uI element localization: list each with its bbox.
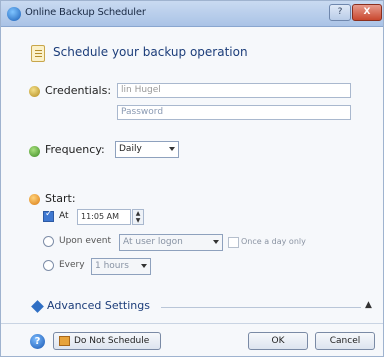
chevron-up-icon[interactable]: ▲ xyxy=(365,300,372,310)
event-selected-value: At user logon xyxy=(123,237,183,247)
frequency-icon xyxy=(29,146,40,157)
do-not-schedule-label: Do Not Schedule xyxy=(74,336,150,346)
close-button[interactable]: X xyxy=(352,4,382,21)
schedule-document-icon xyxy=(31,45,45,62)
every-radio[interactable] xyxy=(43,260,54,271)
chevron-down-icon xyxy=(141,264,147,268)
credentials-key-icon xyxy=(29,86,40,97)
help-icon[interactable]: ? xyxy=(30,334,45,349)
chevron-down-icon xyxy=(213,240,219,244)
event-select[interactable]: At user logon xyxy=(119,234,223,251)
do-not-schedule-button[interactable]: Do Not Schedule xyxy=(53,332,161,350)
password-field[interactable]: Password xyxy=(117,105,351,120)
once-a-day-label: Once a day only xyxy=(241,237,306,246)
time-spinner[interactable]: ▲ ▼ xyxy=(132,209,144,225)
advanced-settings-toggle[interactable]: Advanced Settings xyxy=(47,299,150,312)
start-clock-icon xyxy=(29,194,40,205)
cancel-button[interactable]: Cancel xyxy=(315,332,375,350)
scheduler-window: Online Backup Scheduler ? X Schedule you… xyxy=(0,0,384,357)
every-select[interactable]: 1 hours xyxy=(91,258,151,275)
start-label: Start: xyxy=(45,192,76,205)
once-a-day-checkbox[interactable] xyxy=(228,237,239,248)
upon-event-label: Upon event xyxy=(59,236,112,246)
every-selected-value: 1 hours xyxy=(95,261,129,271)
footer-divider xyxy=(1,323,383,324)
frequency-select[interactable]: Daily xyxy=(115,141,179,158)
ok-button[interactable]: OK xyxy=(248,332,308,350)
help-title-button[interactable]: ? xyxy=(329,4,351,21)
window-title: Online Backup Scheduler xyxy=(25,7,146,18)
frequency-label: Frequency: xyxy=(45,143,105,156)
every-label: Every xyxy=(59,260,85,270)
credentials-label: Credentials: xyxy=(45,84,112,97)
username-field[interactable]: lin Hugel xyxy=(117,83,351,98)
chevron-down-icon xyxy=(169,147,175,151)
calendar-icon xyxy=(59,336,70,346)
upon-event-radio[interactable] xyxy=(43,236,54,247)
frequency-selected-value: Daily xyxy=(119,144,142,154)
start-time-input[interactable]: 11:05 AM xyxy=(77,209,131,225)
advanced-settings-icon xyxy=(31,300,44,313)
app-globe-icon xyxy=(7,7,21,21)
at-label: At xyxy=(59,211,69,221)
advanced-divider xyxy=(161,307,361,308)
page-title: Schedule your backup operation xyxy=(53,45,248,59)
title-bar: Online Backup Scheduler ? X xyxy=(1,1,383,27)
at-checkbox[interactable] xyxy=(43,209,54,222)
